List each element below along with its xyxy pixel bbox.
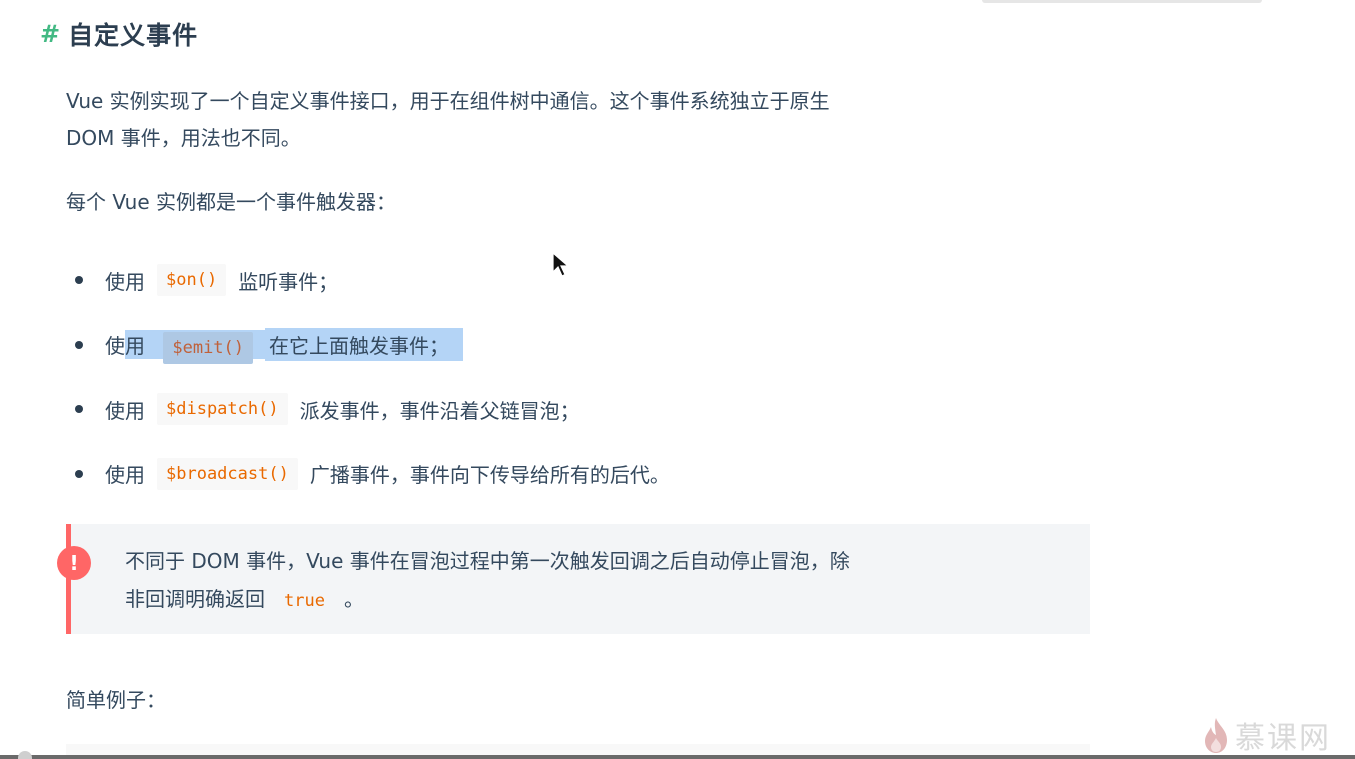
item-suffix: 广播事件，事件向下传导给所有的后代。 — [309, 463, 670, 488]
item-prefix: 使用 — [105, 269, 145, 294]
warning-tip: ! 不同于 DOM 事件，Vue 事件在冒泡过程中第一次触发回调之后自动停止冒泡… — [57, 524, 1090, 634]
inline-code-on: $on() — [157, 264, 227, 297]
tip-line-2-prefix: 非回调明确返回 — [125, 587, 265, 611]
inline-code-emit: $emit() — [163, 332, 254, 365]
heading-anchor[interactable]: # — [40, 20, 60, 48]
top-bar-edge — [982, 0, 1262, 3]
intro-line-1: Vue 实例实现了一个自定义事件接口，用于在组件树中通信。这个事件系统独立于原生 — [66, 89, 830, 113]
item-prefix: 使用 — [105, 398, 145, 423]
flame-logo-icon — [1205, 718, 1227, 753]
watermark: 慕课网 — [1203, 713, 1331, 757]
tip-line-2-suffix: 。 — [343, 587, 364, 611]
progress-handle[interactable] — [18, 751, 32, 759]
item-prefix: 使用 — [105, 463, 145, 488]
list-item: 使用 $dispatch() 派发事件，事件沿着父链冒泡； — [66, 377, 670, 442]
inline-code-broadcast: $broadcast() — [157, 457, 298, 490]
bullet-dot — [75, 405, 83, 413]
item-suffix: 派发事件，事件沿着父链冒泡； — [299, 398, 580, 423]
list-item: 使 用 $emit() 在它上面触发事件； — [66, 313, 670, 378]
tip-line-1: 不同于 DOM 事件，Vue 事件在冒泡过程中第一次触发回调之后自动停止冒泡，除 — [125, 549, 850, 573]
item-suffix: 监听事件； — [238, 269, 339, 294]
bullet-dot — [75, 276, 83, 284]
section-heading: # 自定义事件 — [40, 16, 198, 52]
inline-code-dispatch: $dispatch() — [157, 393, 288, 426]
method-list: 使用 $on() 监听事件； 使 用 $emit() 在它上面触发事件； 使用 … — [66, 248, 670, 506]
bullet-dot — [75, 469, 83, 478]
list-item: 使用 $on() 监听事件； — [66, 248, 670, 313]
item-prefix-selected: 用 — [125, 334, 145, 359]
list-item: 使用 $broadcast() 广播事件，事件向下传导给所有的后代。 — [66, 442, 670, 507]
example-label: 简单例子： — [66, 688, 166, 712]
exclamation-icon: ! — [57, 546, 91, 580]
video-progress-bar[interactable] — [0, 755, 1355, 759]
watermark-text: 慕课网 — [1235, 721, 1331, 756]
tip-text: 不同于 DOM 事件，Vue 事件在冒泡过程中第一次触发回调之后自动停止冒泡，除… — [125, 542, 1045, 620]
inline-code-true: true — [284, 591, 325, 611]
heading-title: 自定义事件 — [68, 21, 199, 50]
bullet-dot — [75, 340, 83, 349]
item-suffix-selected[interactable]: 在它上面触发事件； — [265, 328, 464, 362]
emitter-intro: 每个 Vue 实例都是一个事件触发器： — [66, 190, 397, 214]
tip-line-2: 非回调明确返回 true 。 — [125, 580, 1045, 620]
intro-line-2: DOM 事件，用法也不同。 — [66, 126, 301, 150]
intro-paragraph: Vue 实例实现了一个自定义事件接口，用于在组件树中通信。这个事件系统独立于原生… — [66, 83, 1066, 157]
item-prefix: 使 — [105, 334, 125, 359]
mouse-cursor-icon — [552, 252, 570, 277]
text-selection[interactable]: 用 $emit() — [125, 330, 266, 365]
